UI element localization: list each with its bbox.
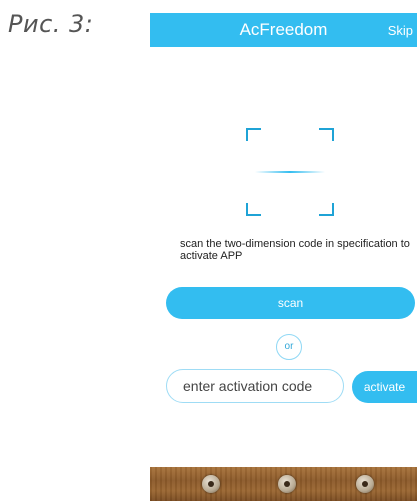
scan-instructions: scan the two-dimension code in specifica… (180, 238, 410, 262)
scan-button[interactable]: scan (166, 287, 415, 319)
system-nav-bar (150, 467, 417, 501)
qr-scan-frame-icon (245, 127, 335, 217)
skip-button[interactable]: Skip (388, 23, 413, 38)
menu-icon[interactable] (356, 475, 374, 493)
figure-label: Рис. 3: (8, 10, 94, 38)
app-header: AcFreedom Skip (150, 13, 417, 47)
home-icon[interactable] (278, 475, 296, 493)
phone-screen: AcFreedom Skip scan the two-dimension co… (150, 13, 417, 501)
activation-code-input[interactable] (166, 369, 344, 403)
activate-button[interactable]: activate (352, 371, 417, 403)
app-title: AcFreedom (239, 20, 328, 39)
or-divider: or (276, 334, 302, 360)
back-icon[interactable] (202, 475, 220, 493)
